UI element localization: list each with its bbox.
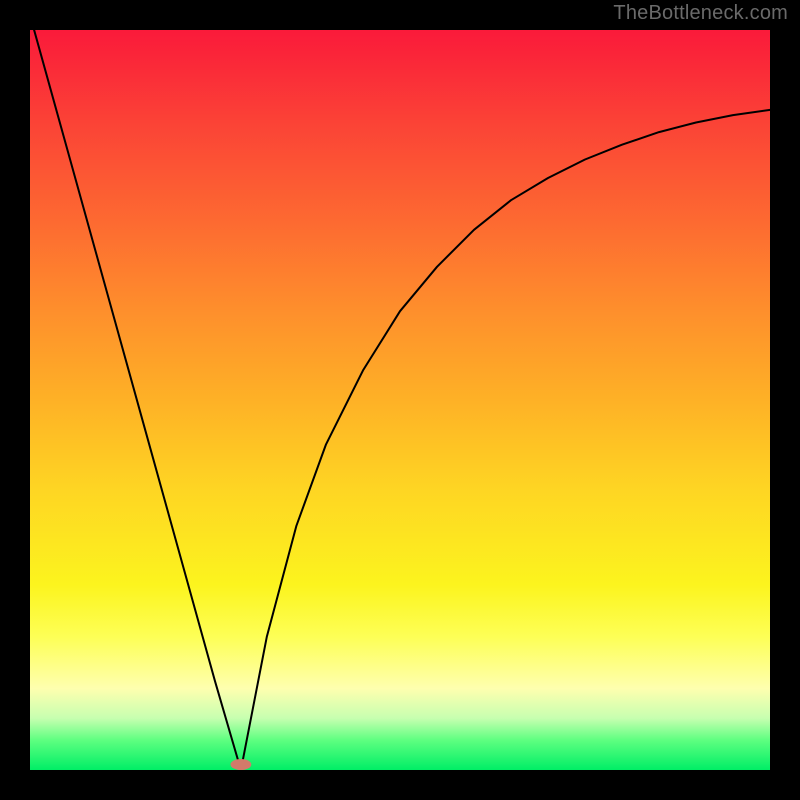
curve-svg xyxy=(30,30,770,770)
watermark-text: TheBottleneck.com xyxy=(613,2,788,25)
bottleneck-curve-right xyxy=(241,110,770,770)
chart-frame: TheBottleneck.com xyxy=(0,0,800,800)
bottleneck-curve-left xyxy=(30,15,241,770)
plot-area xyxy=(30,30,770,770)
minimum-marker xyxy=(231,759,252,770)
